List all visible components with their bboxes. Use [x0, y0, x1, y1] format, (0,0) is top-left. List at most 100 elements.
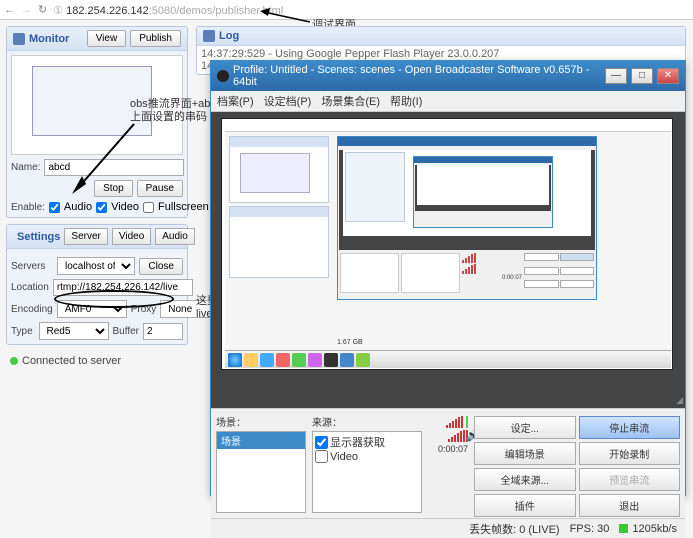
global-sources-button[interactable]: 全域来源... — [474, 468, 576, 491]
close-button[interactable]: Close — [139, 258, 183, 275]
obs-status-bar: 丢失帧数: 0 (LIVE) FPS: 30 1205kb/s — [211, 518, 685, 538]
stop-stream-button[interactable]: 停止串流 — [579, 416, 681, 439]
menu-settings[interactable]: 设定档(P) — [264, 93, 312, 109]
obs-buttons: 设定... 停止串流 编辑场景 开始录制 全域来源... 预览串流 插件 退出 — [474, 414, 680, 513]
scenes-list[interactable]: 场景 — [216, 431, 306, 513]
type-label: Type — [11, 326, 35, 337]
task-icon — [308, 353, 322, 367]
bitrate-value: 1205kb/s — [632, 523, 677, 535]
obs-app-icon — [217, 70, 229, 82]
task-icon — [276, 353, 290, 367]
settings-title: Settings — [17, 231, 60, 243]
menu-help[interactable]: 帮助(I) — [390, 93, 422, 109]
buffer-label: Buffer — [113, 326, 140, 337]
log-icon — [203, 30, 215, 42]
edit-scene-button[interactable]: 编辑场景 — [474, 442, 576, 465]
name-input[interactable] — [44, 159, 184, 176]
url-text[interactable]: ① 182.254.226.142:5080/demos/publisher.h… — [53, 3, 283, 17]
video-checkbox[interactable] — [96, 202, 107, 213]
encoding-label: Encoding — [11, 304, 53, 315]
resize-grip-icon[interactable]: ◢ — [676, 395, 683, 406]
task-icon — [244, 353, 258, 367]
publish-button[interactable]: Publish — [130, 30, 181, 47]
exit-button[interactable]: 退出 — [579, 494, 681, 517]
obs-lower-panel: 场景： 场景 来源： 显示器获取 Video 🔊 0:00:07 设定... 停… — [211, 408, 685, 518]
audio-checkbox[interactable] — [49, 202, 60, 213]
preview-stream-button[interactable]: 预览串流 — [579, 468, 681, 491]
obs-titlebar[interactable]: Profile: Untitled - Scenes: scenes - Ope… — [211, 61, 685, 91]
connection-status: Connected to server — [6, 351, 188, 371]
task-icon — [260, 353, 274, 367]
obs-title-text: Profile: Untitled - Scenes: scenes - Ope… — [233, 64, 601, 88]
source-item[interactable]: 显示器获取 — [315, 434, 419, 450]
enable-label: Enable: — [11, 202, 45, 213]
fps-value: 30 — [597, 523, 609, 535]
stop-button[interactable]: Stop — [94, 180, 133, 197]
menu-file[interactable]: 档案(P) — [217, 93, 254, 109]
servers-select[interactable]: localhost oflaDemo — [57, 257, 135, 275]
drop-label: 丢失帧数: — [469, 524, 516, 536]
forward-icon[interactable]: → — [21, 4, 32, 16]
type-select[interactable]: Red5 — [39, 322, 109, 340]
source-checkbox[interactable] — [315, 436, 328, 449]
status-text: Connected to server — [22, 355, 121, 367]
nested-taskbar — [225, 350, 671, 368]
task-icon — [292, 353, 306, 367]
task-icon — [340, 353, 354, 367]
encoding-select[interactable]: AMF0 — [57, 300, 127, 318]
obs-settings-button[interactable]: 设定... — [474, 416, 576, 439]
nested-size-label: 1.67 GB — [337, 339, 363, 346]
source-checkbox[interactable] — [315, 450, 328, 463]
status-indicator-icon — [619, 524, 628, 533]
scene-item[interactable]: 场景 — [217, 432, 305, 449]
timer-text: 0:00:07 — [428, 444, 468, 454]
tab-server[interactable]: Server — [64, 228, 107, 245]
monitor-title: Monitor — [29, 33, 83, 45]
tab-video[interactable]: Video — [112, 228, 151, 245]
mic-icon[interactable] — [466, 416, 468, 428]
drop-value: 0 — [519, 524, 525, 536]
task-icon — [324, 353, 338, 367]
pause-button[interactable]: Pause — [137, 180, 183, 197]
annotation-obs: obs推流界面+abcd 上面设置的串码 — [130, 98, 222, 124]
start-record-button[interactable]: 开始录制 — [579, 442, 681, 465]
monitor-icon — [13, 33, 25, 45]
menu-scenes[interactable]: 场景集合(E) — [321, 93, 380, 109]
sources-label: 来源： — [312, 414, 422, 431]
servers-label: Servers — [11, 261, 53, 272]
location-label: Location — [11, 282, 49, 293]
live-label: (LIVE) — [528, 524, 559, 536]
settings-panel: Settings Server Video Audio Servers loca… — [6, 224, 188, 345]
task-icon — [356, 353, 370, 367]
obs-preview: 0:00:07 1.67 GB — [221, 118, 673, 370]
source-item[interactable]: Video — [315, 450, 419, 463]
obs-menubar: 档案(P) 设定档(P) 场景集合(E) 帮助(I) — [211, 91, 685, 112]
reload-icon[interactable]: ↻ — [38, 3, 47, 16]
scenes-label: 场景： — [216, 414, 306, 431]
plugins-button[interactable]: 插件 — [474, 494, 576, 517]
log-line: 14:37:29:529 - Using Google Pepper Flash… — [201, 48, 681, 60]
audio-meters: 🔊 0:00:07 — [428, 414, 468, 513]
obs-window: Profile: Untitled - Scenes: scenes - Ope… — [210, 60, 686, 496]
log-title: Log — [219, 30, 679, 42]
status-dot-icon — [10, 357, 18, 365]
speaker-icon[interactable]: 🔊 — [466, 430, 468, 442]
view-button[interactable]: View — [87, 30, 127, 47]
maximize-button[interactable]: □ — [631, 68, 653, 84]
fps-label: FPS: — [570, 523, 594, 535]
buffer-input[interactable] — [143, 323, 183, 340]
obs-preview-area: 0:00:07 1.67 GB — [211, 112, 685, 408]
audio-label: Audio — [64, 201, 92, 213]
video-label: Video — [111, 201, 139, 213]
sources-list[interactable]: 显示器获取 Video — [312, 431, 422, 513]
tab-audio[interactable]: Audio — [155, 228, 195, 245]
close-button[interactable]: ✕ — [657, 68, 679, 84]
location-input[interactable] — [53, 279, 193, 296]
proxy-label: Proxy — [131, 304, 157, 315]
name-label: Name: — [11, 162, 40, 173]
back-icon[interactable]: ← — [4, 4, 15, 16]
fullscreen-label: Fullscreen — [158, 201, 209, 213]
minimize-button[interactable]: — — [605, 68, 627, 84]
start-icon — [228, 353, 242, 367]
fullscreen-checkbox[interactable] — [143, 202, 154, 213]
